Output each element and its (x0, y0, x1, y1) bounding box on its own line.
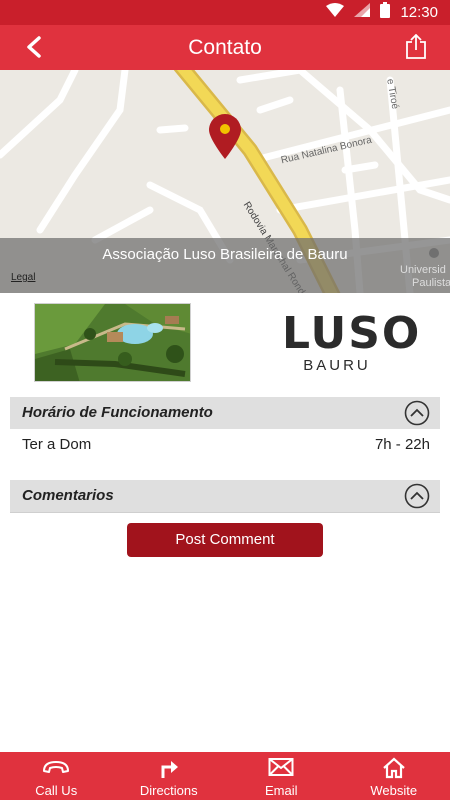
tab-label: Call Us (35, 783, 78, 798)
logo-line2: BAURU (303, 357, 371, 374)
chevron-up-icon[interactable] (404, 483, 430, 509)
map-poi-label: Universid (400, 264, 446, 276)
map-legal-link[interactable]: Legal (11, 272, 35, 283)
post-comment-button[interactable]: Post Comment (127, 523, 323, 557)
venue-photo (34, 303, 191, 382)
tab-directions[interactable]: Directions (113, 752, 226, 800)
tab-label: Email (264, 783, 298, 798)
hours-time: 7h - 22h (374, 436, 430, 453)
divider (10, 512, 440, 513)
tab-website[interactable]: Website (338, 752, 450, 800)
status-time: 12:30 (400, 4, 438, 21)
comments-section-title: Comentarios (22, 487, 114, 504)
hours-section-title: Horário de Funcionamento (22, 404, 213, 421)
share-icon[interactable] (400, 31, 432, 63)
tab-label: Directions (139, 783, 198, 798)
chevron-up-icon[interactable] (404, 400, 430, 426)
map-pin-icon[interactable] (208, 114, 242, 165)
app-screen: 12:30 Contato Rua Natalina Bonora e Tiro… (0, 0, 450, 800)
luso-logo: LUSO BAURU (282, 308, 422, 375)
battery-icon (380, 2, 391, 23)
hours-section-header[interactable]: Horário de Funcionamento (10, 397, 440, 429)
status-bar: 12:30 (0, 0, 450, 25)
home-icon (338, 757, 450, 781)
map-caption: Associação Luso Brasileira de Bauru (0, 238, 450, 293)
bottom-tab-bar: Call Us Directions Email Website (0, 752, 450, 800)
comments-section-header[interactable]: Comentarios (10, 480, 440, 512)
logo-line1: LUSO (282, 308, 422, 359)
tab-label: Website (370, 783, 418, 798)
app-bar: Contato (0, 25, 450, 70)
page-title: Contato (188, 36, 262, 59)
map-view[interactable]: Rua Natalina Bonora Rodovia Marechal Ron… (0, 70, 450, 293)
email-icon (225, 757, 338, 781)
tab-call-us[interactable]: Call Us (0, 752, 113, 800)
tab-email[interactable]: Email (225, 752, 338, 800)
signal-icon (354, 3, 371, 22)
directions-icon (113, 757, 226, 781)
wifi-icon (326, 3, 345, 22)
map-poi-label: Paulista (412, 277, 450, 289)
phone-icon (0, 757, 113, 781)
map-place-name: Associação Luso Brasileira de Bauru (102, 246, 348, 263)
hours-day: Ter a Dom (22, 436, 92, 453)
hours-row: Ter a Dom 7h - 22h (10, 428, 440, 464)
